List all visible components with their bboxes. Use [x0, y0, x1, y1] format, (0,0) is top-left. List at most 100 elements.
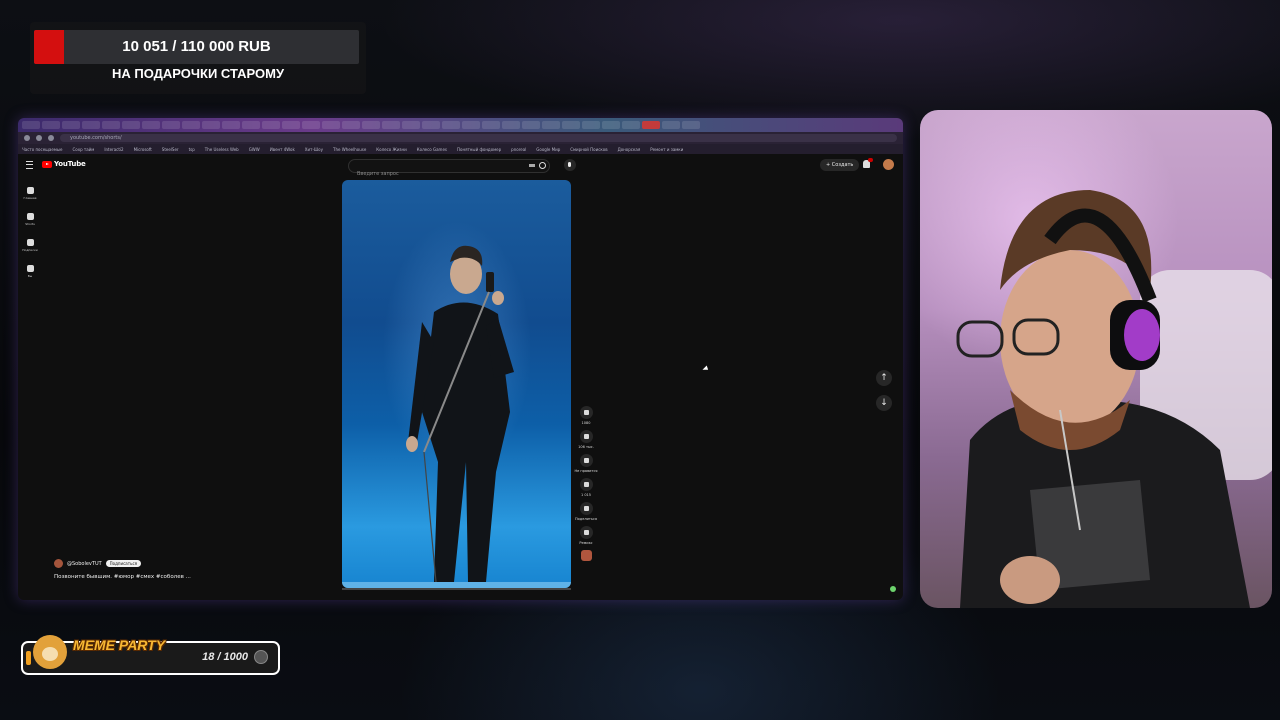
search-placeholder: Введите запрос [357, 171, 399, 177]
sidebar-item-label: Shorts [25, 221, 35, 226]
account-avatar[interactable] [883, 159, 894, 170]
bookmark-item[interactable]: Понятный фондомер [457, 147, 501, 152]
browser-tab[interactable] [202, 121, 220, 129]
bookmark-item[interactable]: Interacti2 [104, 147, 123, 152]
bookmark-item[interactable]: Колесо Жизни [376, 147, 406, 152]
browser-tab[interactable] [642, 121, 660, 129]
download-button[interactable]: 1080 [571, 406, 601, 425]
video-title[interactable]: Позвоните бывшим. #юмор #смех #соболев .… [54, 574, 191, 580]
sound-avatar[interactable] [580, 550, 592, 561]
bookmark-item[interactable]: tsp [189, 147, 195, 152]
browser-tab[interactable] [362, 121, 380, 129]
short-navigation: ↑ ↓ [876, 370, 892, 420]
share-label: Поделиться [575, 517, 597, 521]
create-button[interactable]: + Создать [820, 159, 860, 171]
like-button[interactable]: 106 тыс. [571, 430, 601, 449]
browser-tab[interactable] [482, 121, 500, 129]
bookmark-item[interactable]: Ремонт и замки [650, 147, 683, 152]
dislike-button[interactable]: Не нравится [571, 454, 601, 473]
bookmark-item[interactable]: Хит-Шоу [305, 147, 323, 152]
video-progress-bar[interactable] [342, 588, 571, 590]
microphone-icon[interactable] [564, 159, 576, 171]
browser-tab[interactable] [562, 121, 580, 129]
browser-tab[interactable] [22, 121, 40, 129]
browser-tab[interactable] [662, 121, 680, 129]
sidebar-item-shorts[interactable]: Shorts [18, 206, 42, 232]
sidebar-item-you[interactable]: Вы [18, 258, 42, 284]
channel-avatar[interactable] [54, 559, 63, 568]
browser-tab[interactable] [182, 121, 200, 129]
remix-button[interactable]: Ремикс [571, 526, 601, 545]
browser-tab[interactable] [402, 121, 420, 129]
sidebar-item-home[interactable]: Главная [18, 180, 42, 206]
browser-tab[interactable] [42, 121, 60, 129]
browser-tab[interactable] [282, 121, 300, 129]
browser-tab[interactable] [62, 121, 80, 129]
browser-tab[interactable] [322, 121, 340, 129]
bookmark-item[interactable]: Часто посещаемые [22, 147, 62, 152]
streamer-image [956, 190, 1272, 608]
search-input[interactable]: Введите запрос [348, 159, 550, 177]
bookmark-item[interactable]: pnoreal [511, 147, 526, 152]
browser-tab[interactable] [602, 121, 620, 129]
browser-tab[interactable] [162, 121, 180, 129]
browser-tab[interactable] [302, 121, 320, 129]
browser-tab[interactable] [102, 121, 120, 129]
bookmark-item[interactable]: Ивент 4Wok [270, 147, 295, 152]
browser-tab[interactable] [682, 121, 700, 129]
bookmark-item[interactable]: GWW [249, 147, 260, 152]
bookmark-item[interactable]: Сохр тайм [72, 147, 94, 152]
browser-tab[interactable] [422, 121, 440, 129]
donation-progress-bar: 10 051 / 110 000 RUB [34, 30, 359, 64]
hamburger-menu-icon[interactable] [26, 161, 33, 169]
bookmark-item[interactable]: The Wheelhouse [333, 147, 366, 152]
bookmark-item[interactable]: Колесо Games [417, 147, 447, 152]
browser-tab[interactable] [122, 121, 140, 129]
remix-icon [579, 526, 593, 539]
bookmark-item[interactable]: Google Мир [536, 147, 560, 152]
reload-icon[interactable] [48, 135, 54, 141]
browser-tab[interactable] [382, 121, 400, 129]
bookmark-item[interactable]: Microsoft [134, 147, 152, 152]
browser-tab[interactable] [462, 121, 480, 129]
youtube-sidebar: Главная Shorts Подписки Вы [18, 180, 42, 284]
browser-tab[interactable] [342, 121, 360, 129]
browser-tab[interactable] [522, 121, 540, 129]
previous-short-icon[interactable]: ↑ [876, 370, 892, 386]
browser-tab[interactable] [622, 121, 640, 129]
sidebar-item-subscriptions[interactable]: Подписки [18, 232, 42, 258]
browser-tab[interactable] [502, 121, 520, 129]
bookmark-item[interactable]: Донорская [618, 147, 641, 152]
browser-tab[interactable] [442, 121, 460, 129]
next-short-icon[interactable]: ↓ [876, 395, 892, 411]
search-icon[interactable] [539, 162, 546, 169]
browser-tab[interactable] [582, 121, 600, 129]
thumbs-up-icon [579, 430, 593, 443]
forward-icon[interactable] [36, 135, 42, 141]
browser-tab[interactable] [222, 121, 240, 129]
browser-tab[interactable] [242, 121, 260, 129]
back-icon[interactable] [24, 135, 30, 141]
browser-tab[interactable] [542, 121, 560, 129]
url-input[interactable]: youtube.com/shorts/ [60, 134, 897, 142]
coin-icon [254, 650, 268, 664]
youtube-logo[interactable]: YouTube [42, 160, 86, 168]
dislike-label: Не нравится [574, 469, 598, 473]
subscribe-button[interactable]: Подписаться [105, 560, 142, 567]
bookmark-item[interactable]: Смирной Поисков [570, 147, 607, 152]
share-button[interactable]: Поделиться [571, 502, 601, 521]
extension-icon[interactable] [890, 586, 896, 592]
short-video-player[interactable] [342, 180, 571, 588]
short-actions: 1080 106 тыс. Не нравится 1 015 Поделить… [571, 406, 601, 561]
tab-strip[interactable] [18, 118, 903, 132]
thumbs-down-icon [579, 454, 593, 467]
browser-tab[interactable] [262, 121, 280, 129]
channel-name[interactable]: @SobolevTUT [67, 561, 102, 567]
comments-button[interactable]: 1 015 [571, 478, 601, 497]
browser-tab[interactable] [82, 121, 100, 129]
browser-tab[interactable] [142, 121, 160, 129]
bookmark-item[interactable]: The Useless Web [205, 147, 239, 152]
donation-amount: 10 051 / 110 000 RUB [122, 38, 271, 55]
bookmark-item[interactable]: SteelSer [162, 147, 179, 152]
keyboard-icon[interactable] [529, 164, 535, 167]
